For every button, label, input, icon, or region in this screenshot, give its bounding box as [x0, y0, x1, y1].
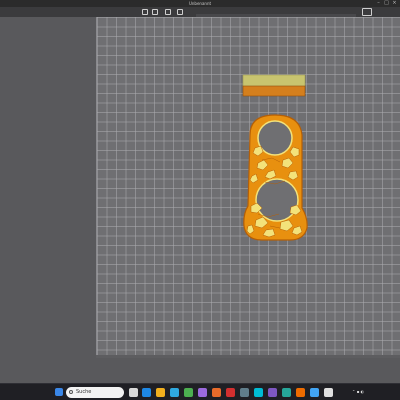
settings-icon[interactable]: [254, 388, 263, 397]
calendar-icon[interactable]: [282, 388, 291, 397]
search-placeholder: Suche: [76, 389, 92, 395]
terminal-icon[interactable]: [268, 388, 277, 397]
bar-part[interactable]: [242, 74, 306, 97]
keychain-part[interactable]: [243, 114, 308, 241]
explorer-icon[interactable]: [156, 388, 165, 397]
mail-icon[interactable]: [198, 388, 207, 397]
edge-icon[interactable]: [170, 388, 179, 397]
task-view-icon[interactable]: [129, 388, 138, 397]
photos-icon[interactable]: [226, 388, 235, 397]
slicer-icon[interactable]: [212, 388, 221, 397]
taskbar-search-box[interactable]: Suche: [66, 387, 124, 398]
store-icon[interactable]: [184, 388, 193, 397]
model-viewport[interactable]: [0, 0, 400, 400]
system-tray[interactable]: ⌃ ▪ ◐: [352, 389, 364, 395]
slicer-app-window: Unbenannt – □ × Suche ⌃ ▪ ◐: [0, 0, 400, 400]
windows-taskbar: Suche ⌃ ▪ ◐: [0, 383, 400, 400]
app-icon-2[interactable]: [296, 388, 305, 397]
windows-start-icon[interactable]: [55, 388, 63, 396]
browser-icon[interactable]: [142, 388, 151, 397]
app-icon-4[interactable]: [324, 388, 333, 397]
app-icon-3[interactable]: [310, 388, 319, 397]
app-icon[interactable]: [240, 388, 249, 397]
search-icon: [69, 390, 73, 394]
